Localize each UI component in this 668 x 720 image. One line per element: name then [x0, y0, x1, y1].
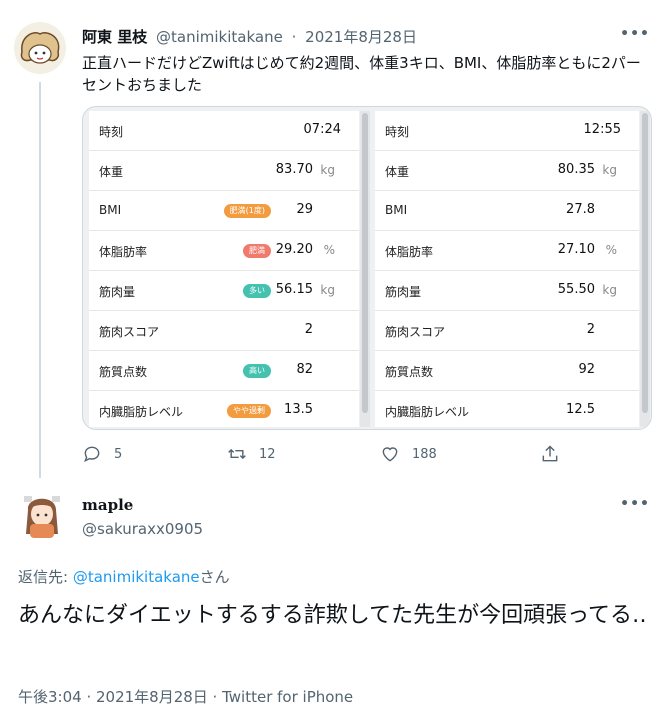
- like-count: 188: [412, 446, 437, 462]
- share-button[interactable]: [540, 444, 560, 464]
- reply-text: あんなにダイエットするする詐欺してた先生が今回頑張ってる‥: [18, 603, 647, 628]
- more-dots-icon[interactable]: •••: [620, 26, 650, 42]
- scale-row-label: 筋肉スコア: [385, 325, 446, 339]
- scale-panel-right: 時刻 12:55 体重 80.35 kg BMI 27.8 体脂肪率 27.10% 筋肉量 55.5…: [375, 111, 639, 427]
- scale-row: 時刻 12:55: [375, 111, 639, 151]
- tweet-header: 阿東 里枝 @tanimikitakane · 2021年8月28日: [82, 26, 417, 47]
- scale-row-label: 時刻: [99, 125, 124, 139]
- scale-row: 内臓脂肪レベル やや過剰 13.5: [89, 391, 359, 429]
- scale-row-value: 82: [296, 362, 313, 377]
- tweet-date[interactable]: 2021年8月28日: [305, 28, 417, 46]
- scale-row-badge: 肥満: [243, 244, 271, 258]
- retweet-button[interactable]: 12: [227, 444, 276, 464]
- scale-row-label: 時刻: [385, 125, 410, 139]
- reply-author-avatar[interactable]: [18, 490, 66, 542]
- scale-row-value: 56.15: [275, 282, 313, 297]
- reply-author-name[interactable]: maple: [82, 496, 133, 514]
- replying-to: 返信先: @tanimikitakaneさん: [18, 566, 230, 587]
- reply-icon: [84, 446, 100, 463]
- scale-row-badge: 肥満(1度): [223, 204, 271, 218]
- scale-row-value: 07:24: [303, 122, 341, 137]
- scale-row: 体脂肪率 肥満 29.20%: [89, 231, 359, 271]
- scale-row-value: 2: [586, 322, 595, 337]
- scale-row-label: 筋肉量: [385, 285, 422, 299]
- tweet-actions: 5 12 188: [82, 444, 582, 466]
- reply-author-handle[interactable]: @sakuraxx0905: [82, 520, 203, 538]
- scale-row: 体脂肪率 27.10%: [375, 231, 639, 271]
- scale-row-value: 29.20: [275, 242, 313, 257]
- scale-row: 筋肉スコア 2: [375, 311, 639, 351]
- reply-count: 5: [114, 446, 123, 462]
- share-icon: [542, 445, 558, 462]
- scale-row-value: 80.35: [557, 162, 595, 177]
- scale-row: 筋肉量 55.50 kg: [375, 271, 639, 311]
- tweet-image[interactable]: 時刻 07:24 体重 83.70 kg BMI 肥満(1度) 29 体脂肪率 肥満 29.20% 筋…: [82, 106, 652, 430]
- scale-row-label: BMI: [385, 203, 408, 217]
- scale-row-label: 筋肉量: [99, 285, 136, 299]
- scale-row: BMI 肥満(1度) 29: [89, 191, 359, 231]
- scale-row-value: 55.50: [557, 282, 595, 297]
- replying-suffix: さん: [199, 568, 230, 586]
- scale-row-value: 29: [296, 202, 313, 217]
- retweet-count: 12: [259, 446, 276, 462]
- retweet-icon: [228, 448, 246, 460]
- like-button[interactable]: 188: [380, 444, 437, 464]
- author-avatar[interactable]: [14, 22, 66, 74]
- scale-row: 内臓脂肪レベル 12.5: [375, 391, 639, 429]
- scale-row-value: 13.5: [284, 402, 313, 417]
- scale-row: 体重 80.35 kg: [375, 151, 639, 191]
- scale-row-unit: kg: [320, 283, 335, 297]
- scale-row-label: 筋質点数: [385, 365, 434, 379]
- scale-row-value: 12.5: [566, 402, 595, 417]
- scale-row: 筋質点数 高い 82: [89, 351, 359, 391]
- heart-icon: [382, 447, 398, 462]
- scale-row: 体重 83.70 kg: [89, 151, 359, 191]
- scale-row-label: 内臓脂肪レベル: [385, 405, 470, 419]
- more-dots-icon[interactable]: •••: [620, 496, 650, 512]
- scale-row-value: 12:55: [583, 122, 621, 137]
- scale-row-label: 筋質点数: [99, 365, 148, 379]
- scale-row-value: 27.10: [557, 242, 595, 257]
- scale-row: 筋質点数 92: [375, 351, 639, 391]
- scale-row-label: 体重: [385, 165, 410, 179]
- scale-row-value: 2: [304, 322, 313, 337]
- replying-prefix: 返信先:: [18, 568, 73, 586]
- author-name[interactable]: 阿東 里枝: [82, 28, 147, 46]
- scale-row-badge: やや過剰: [227, 404, 271, 418]
- scale-row-label: 体重: [99, 165, 124, 179]
- scale-row-label: 体脂肪率: [385, 245, 434, 259]
- scale-row: 時刻 07:24: [89, 111, 359, 151]
- scale-row-label: BMI: [99, 203, 122, 217]
- replying-mention-link[interactable]: @tanimikitakane: [73, 568, 200, 586]
- scrollbar-right: [640, 111, 650, 427]
- scale-row-unit: %: [323, 243, 335, 257]
- scale-panel-left: 時刻 07:24 体重 83.70 kg BMI 肥満(1度) 29 体脂肪率 肥満 29.20% 筋…: [89, 111, 359, 427]
- scale-row: BMI 27.8: [375, 191, 639, 231]
- scale-row-label: 筋肉スコア: [99, 325, 160, 339]
- scale-row-unit: kg: [320, 163, 335, 177]
- reply-meta[interactable]: 午後3:04 · 2021年8月28日 · Twitter for iPhone: [18, 686, 353, 707]
- scale-row-label: 内臓脂肪レベル: [99, 405, 184, 419]
- scale-row-unit: %: [605, 243, 617, 257]
- author-handle[interactable]: @tanimikitakane: [156, 28, 283, 46]
- scale-row: 筋肉スコア 2: [89, 311, 359, 351]
- scale-row-badge: 多い: [243, 284, 271, 298]
- scrollbar-left: [360, 111, 370, 427]
- scale-row-badge: 高い: [243, 364, 271, 378]
- scale-row-unit: kg: [602, 163, 617, 177]
- thread-connector-line: [39, 82, 41, 478]
- scale-row-value: 83.70: [275, 162, 313, 177]
- reply-button[interactable]: 5: [82, 444, 122, 464]
- scale-row-value: 92: [578, 362, 595, 377]
- scale-row-unit: kg: [602, 283, 617, 297]
- scale-row: 筋肉量 多い 56.15 kg: [89, 271, 359, 311]
- scale-row-label: 体脂肪率: [99, 245, 148, 259]
- tweet-text: 正直ハードだけどZwiftはじめて約2週間、体重3キロ、BMI、体脂肪率ともに2…: [82, 54, 641, 94]
- meta-separator: ·: [291, 28, 297, 46]
- scale-row-value: 27.8: [566, 202, 595, 217]
